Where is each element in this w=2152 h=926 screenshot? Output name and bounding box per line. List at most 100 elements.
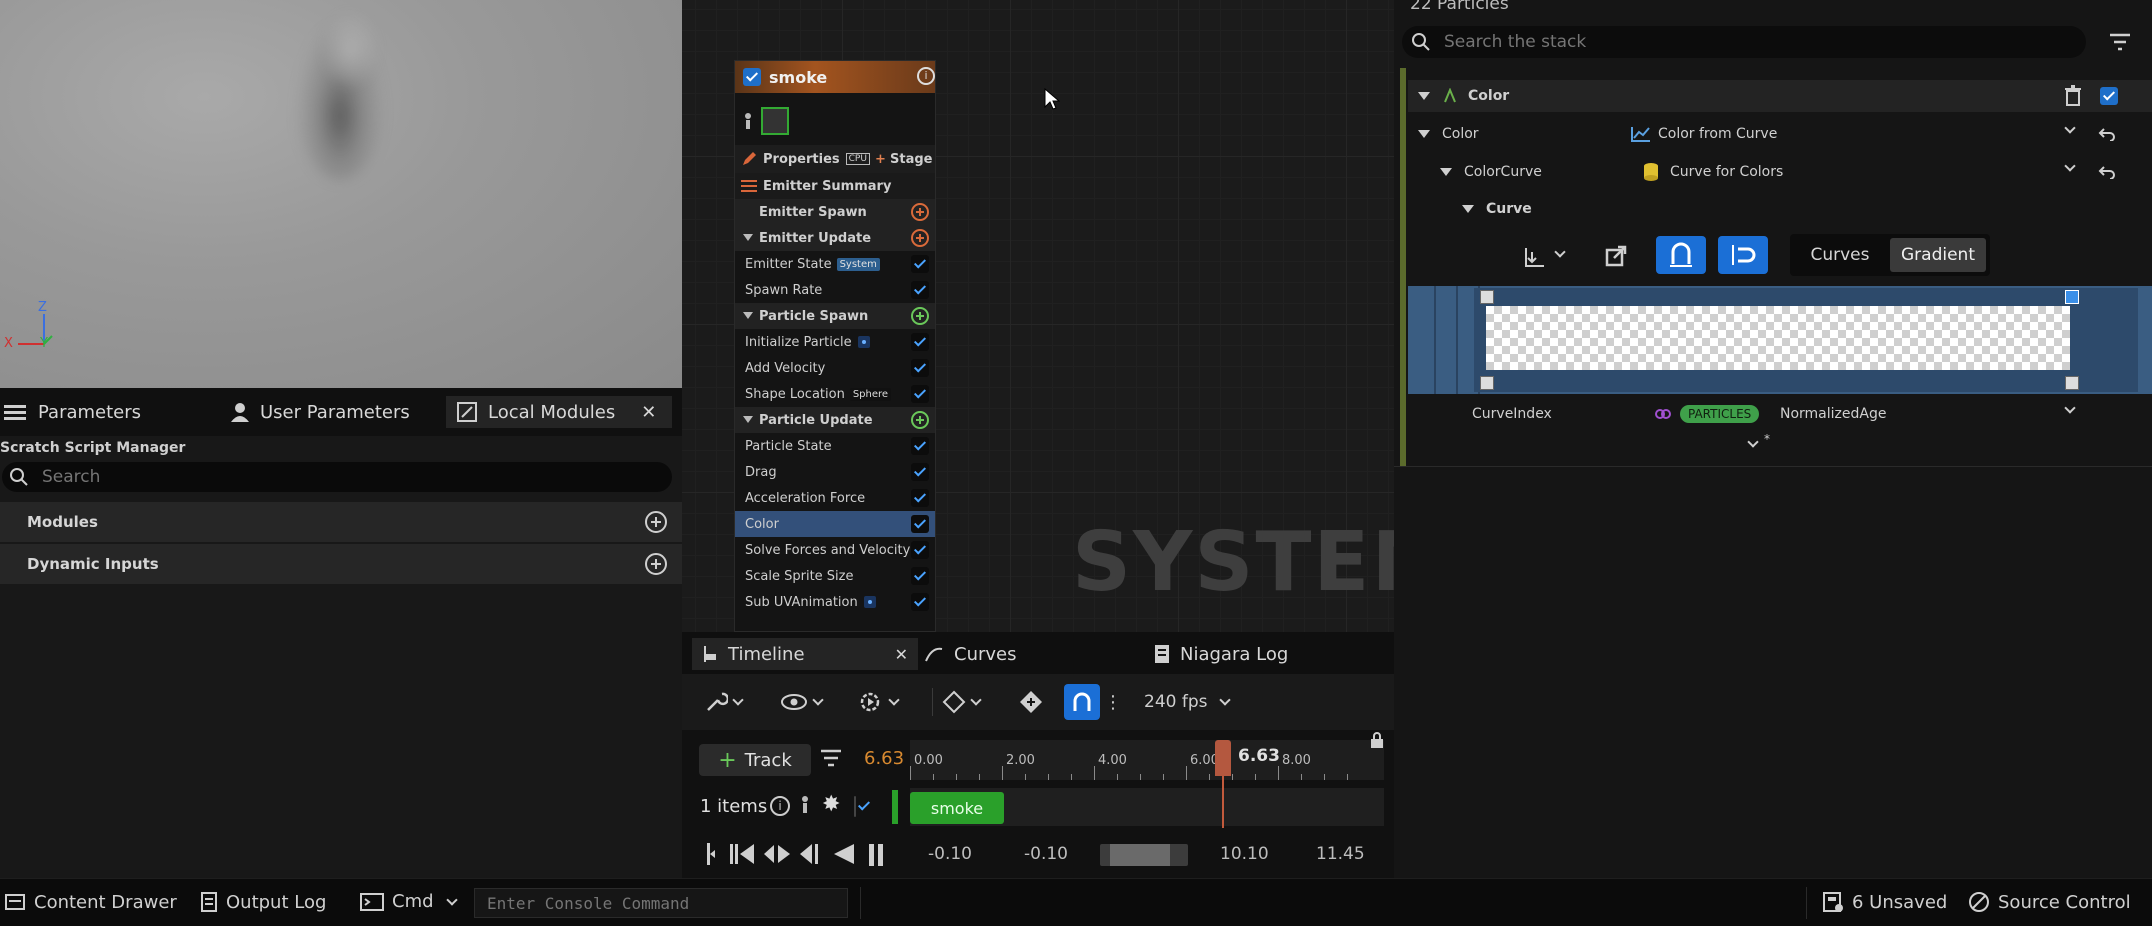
tab-user-parameters[interactable]: User Parameters <box>230 396 410 428</box>
playback-options-dropdown[interactable] <box>858 684 900 720</box>
modules-section[interactable]: Modules <box>0 502 682 542</box>
snap-toggle-button[interactable] <box>1064 684 1100 720</box>
gradient-view-button[interactable]: Gradient <box>1890 238 1986 272</box>
console-command-field[interactable] <box>474 888 848 918</box>
alpha-stop-right[interactable] <box>2065 290 2079 304</box>
view-range-end[interactable]: 10.10 <box>1220 844 1269 864</box>
stack-search[interactable] <box>1402 26 2086 58</box>
collapse-icon[interactable] <box>1440 168 1452 176</box>
module-initialize-particle[interactable]: Initialize Particle <box>735 329 935 355</box>
module-add-velocity[interactable]: Add Velocity <box>735 355 935 381</box>
range-start[interactable]: -0.10 <box>928 844 972 864</box>
close-icon[interactable]: ✕ <box>641 402 656 423</box>
info-icon[interactable]: i <box>770 796 790 816</box>
track-enabled-checkbox[interactable] <box>854 796 856 817</box>
color-input-value[interactable]: Color from Curve <box>1658 126 1777 142</box>
sparkle-icon[interactable]: ✸ <box>822 792 840 817</box>
tab-parameters[interactable]: Parameters <box>2 396 141 428</box>
emitter-spawn-group[interactable]: Emitter Spawn <box>735 199 935 225</box>
module-enabled-checkbox[interactable] <box>911 541 929 559</box>
play-backward-icon[interactable] <box>832 840 856 868</box>
stage-label[interactable]: Stage <box>890 152 932 167</box>
output-log-button[interactable]: Output Log <box>200 891 326 913</box>
module-enabled-checkbox[interactable] <box>911 593 929 611</box>
collapse-icon[interactable] <box>1462 205 1474 213</box>
add-emitter-spawn-icon[interactable] <box>911 203 929 221</box>
collapse-icon[interactable] <box>1418 130 1430 138</box>
close-icon[interactable]: ✕ <box>895 645 908 664</box>
go-to-start-icon[interactable] <box>702 840 716 868</box>
module-sub-uv-animation[interactable]: Sub UVAnimation <box>735 589 935 615</box>
alpha-stop-left[interactable] <box>1480 290 1494 304</box>
pause-icon[interactable] <box>866 840 886 868</box>
module-particle-state[interactable]: Particle State <box>735 433 935 459</box>
filter-icon[interactable] <box>2108 32 2132 52</box>
color-stop-left[interactable] <box>1480 376 1494 390</box>
curveindex-value[interactable]: NormalizedAge <box>1780 406 1886 422</box>
module-enabled-checkbox[interactable] <box>911 437 929 455</box>
add-track-button[interactable]: + Track <box>699 744 811 776</box>
add-particle-spawn-icon[interactable] <box>911 307 929 325</box>
module-enabled-checkbox[interactable] <box>911 333 929 351</box>
unsaved-button[interactable]: 6 Unsaved <box>1822 891 1947 913</box>
module-search[interactable] <box>2 462 672 492</box>
colorcurve-value[interactable]: Curve for Colors <box>1670 164 1783 180</box>
module-enabled-checkbox[interactable] <box>911 463 929 481</box>
previous-frame-icon[interactable] <box>728 840 758 868</box>
snap-options-icon[interactable]: ⋮ <box>1104 684 1122 720</box>
emitter-node-header[interactable]: smoke i <box>735 61 935 93</box>
emitter-enabled-checkbox[interactable] <box>743 68 761 86</box>
module-enabled-checkbox[interactable] <box>911 255 929 273</box>
particle-spawn-group[interactable]: Particle Spawn <box>735 303 935 329</box>
tab-timeline[interactable]: Timeline ✕ <box>692 638 918 670</box>
reset-arrow-icon[interactable] <box>2098 165 2116 179</box>
delete-icon[interactable] <box>2063 85 2083 107</box>
module-enabled-checkbox[interactable] <box>911 359 929 377</box>
module-spawn-rate[interactable]: Spawn Rate <box>735 277 935 303</box>
collapse-icon[interactable] <box>1418 92 1430 100</box>
console-input[interactable] <box>487 893 847 913</box>
module-enabled-checkbox[interactable] <box>911 281 929 299</box>
chevron-down-icon[interactable] <box>2064 122 2076 134</box>
color-module-header[interactable]: Color <box>1408 80 2152 112</box>
add-module-icon[interactable] <box>645 511 667 533</box>
module-enabled-checkbox[interactable] <box>911 385 929 403</box>
emitter-thumbnail[interactable] <box>761 107 789 135</box>
curves-view-button[interactable]: Curves <box>1794 238 1886 272</box>
collapse-icon[interactable] <box>743 416 753 423</box>
stack-search-input[interactable] <box>1444 32 2064 52</box>
info-icon[interactable]: i <box>917 67 935 85</box>
dynamic-inputs-section[interactable]: Dynamic Inputs <box>0 544 682 584</box>
reset-arrow-icon[interactable] <box>2098 127 2116 141</box>
add-emitter-update-icon[interactable] <box>911 229 929 247</box>
module-emitter-state[interactable]: Emitter State System <box>735 251 935 277</box>
module-color[interactable]: Color <box>735 511 935 537</box>
play-reverse-icon[interactable] <box>762 840 792 868</box>
module-drag[interactable]: Drag <box>735 459 935 485</box>
snap-time-button[interactable] <box>1718 236 1768 274</box>
module-shape-location[interactable]: Shape Location Sphere <box>735 381 935 407</box>
tools-dropdown[interactable] <box>704 684 744 720</box>
cmd-dropdown[interactable]: Cmd <box>360 891 458 912</box>
range-scrollbar[interactable] <box>1100 844 1188 866</box>
content-drawer-button[interactable]: Content Drawer <box>4 891 177 913</box>
add-dynamic-input-icon[interactable] <box>645 553 667 575</box>
import-curve-icon[interactable] <box>1522 244 1550 270</box>
chevron-down-icon[interactable] <box>2064 160 2076 172</box>
gradient-editor[interactable] <box>1474 288 2138 392</box>
module-enabled-checkbox[interactable] <box>911 489 929 507</box>
search-input[interactable] <box>42 467 642 487</box>
module-enabled-checkbox[interactable] <box>911 515 929 533</box>
curve-row[interactable]: Curve <box>1408 194 2152 224</box>
time-ruler[interactable]: 0.00 2.00 4.00 6.00 8.00 <box>910 740 1384 780</box>
emitter-track-bar[interactable]: smoke <box>910 792 1004 824</box>
emitter-update-group[interactable]: Emitter Update <box>735 225 935 251</box>
view-range-start[interactable]: -0.10 <box>1024 844 1068 864</box>
snap-value-button[interactable] <box>1656 236 1706 274</box>
emitter-node-smoke[interactable]: smoke i Properties CPU + Stage Emitter S… <box>734 60 936 632</box>
curveindex-row[interactable]: CurveIndex PARTICLES NormalizedAge <box>1408 398 2152 430</box>
source-control-button[interactable]: Source Control <box>1968 891 2131 913</box>
module-scale-sprite-size[interactable]: Scale Sprite Size <box>735 563 935 589</box>
expand-more-icon[interactable] <box>1747 436 1759 448</box>
module-acceleration-force[interactable]: Acceleration Force <box>735 485 935 511</box>
